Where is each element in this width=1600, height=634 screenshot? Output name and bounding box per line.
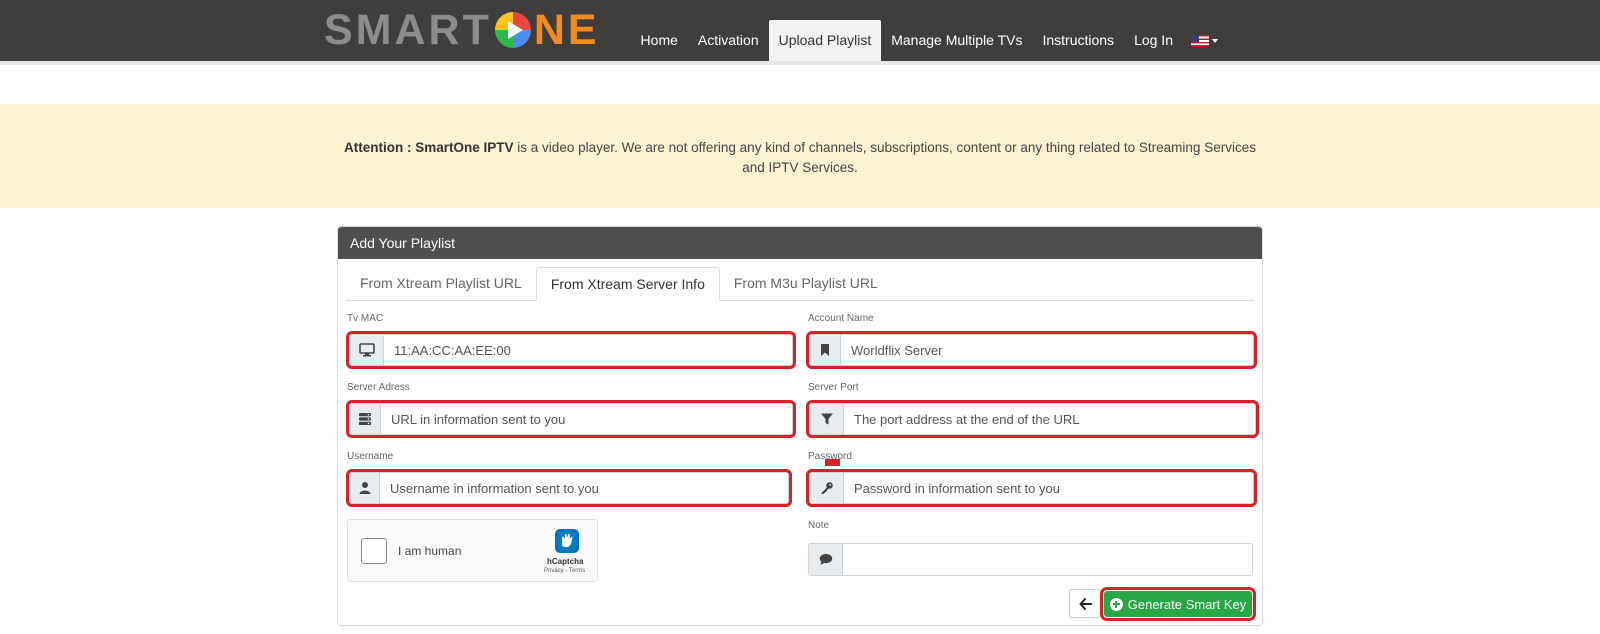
red-annotation-mark <box>825 459 840 466</box>
nav-activation[interactable]: Activation <box>688 20 769 61</box>
account-name-input[interactable] <box>841 335 1253 365</box>
captcha-label: I am human <box>398 544 462 558</box>
server-address-input[interactable] <box>381 404 792 434</box>
generate-label: Generate Smart Key <box>1127 596 1247 612</box>
account-name-label: Account Name <box>808 313 874 324</box>
note-input[interactable] <box>843 544 1252 575</box>
note-label: Note <box>808 520 830 531</box>
tv-mac-label: Tv MAC <box>347 313 384 324</box>
filter-icon <box>810 404 844 434</box>
caret-down-icon <box>1212 38 1218 43</box>
server-port-field <box>806 400 1259 438</box>
username-field <box>346 469 792 507</box>
user-icon <box>350 473 380 503</box>
tab-xtream-playlist-url[interactable]: From Xtream Playlist URL <box>346 267 536 300</box>
tab-m3u-playlist-url[interactable]: From M3u Playlist URL <box>720 267 892 300</box>
logo-text-one: NE <box>533 5 600 54</box>
us-flag-icon <box>1191 34 1209 47</box>
nav-log-in[interactable]: Log In <box>1124 20 1183 61</box>
captcha-checkbox[interactable] <box>361 538 387 564</box>
monitor-icon <box>350 335 384 365</box>
attention-body: is a video player. We are not offering a… <box>513 140 1256 175</box>
smartone-logo[interactable]: SMART NE <box>324 6 600 54</box>
server-icon <box>350 404 381 434</box>
note-field <box>808 543 1253 576</box>
playlist-tabs: From Xtream Playlist URL From Xtream Ser… <box>346 267 1254 301</box>
plus-circle-icon <box>1109 597 1123 611</box>
generate-smart-key-button[interactable]: Generate Smart Key <box>1100 587 1256 621</box>
nav-manage-multiple-tvs[interactable]: Manage Multiple TVs <box>881 20 1032 61</box>
arrow-left-icon <box>1079 597 1092 610</box>
username-input[interactable] <box>380 473 788 503</box>
server-port-input[interactable] <box>844 404 1255 434</box>
key-icon <box>810 473 844 503</box>
server-port-label: Server Port <box>808 382 859 393</box>
attention-banner: Attention : SmartOne IPTV is a video pla… <box>0 104 1600 208</box>
back-button[interactable] <box>1069 589 1101 618</box>
tab-xtream-server-info[interactable]: From Xtream Server Info <box>535 267 720 301</box>
server-address-field <box>346 400 796 438</box>
hcaptcha-logo-icon <box>555 529 579 553</box>
username-label: Username <box>347 451 394 462</box>
hcaptcha-links[interactable]: Privacy - Terms <box>544 568 585 574</box>
bookmark-icon <box>810 335 841 365</box>
comment-icon <box>809 544 843 575</box>
hcaptcha-brand: hCaptcha <box>547 557 584 566</box>
nav-upload-playlist[interactable]: Upload Playlist <box>768 20 882 61</box>
nav-instructions[interactable]: Instructions <box>1032 20 1124 61</box>
hcaptcha-widget: I am human hCaptcha Privacy - Terms <box>347 519 598 582</box>
tv-mac-input[interactable] <box>384 335 792 365</box>
password-input[interactable] <box>844 473 1253 503</box>
account-name-field <box>806 331 1257 369</box>
top-navbar: SMART NE Home Activation Upload Playlist… <box>0 0 1600 61</box>
main-nav: Home Activation Upload Playlist Manage M… <box>631 20 1226 61</box>
attention-text: Attention : SmartOne IPTV is a video pla… <box>334 138 1266 178</box>
panel-title: Add Your Playlist <box>338 227 1262 259</box>
server-address-label: Server Adress <box>347 382 410 393</box>
navbar-divider <box>0 61 1600 65</box>
attention-strong: Attention : SmartOne IPTV <box>344 140 514 155</box>
tv-mac-field <box>346 331 796 369</box>
play-logo-icon <box>494 12 531 48</box>
logo-text-smart: SMART <box>324 5 492 54</box>
language-selector[interactable] <box>1183 20 1226 61</box>
nav-home[interactable]: Home <box>631 20 688 61</box>
password-field <box>806 469 1257 507</box>
